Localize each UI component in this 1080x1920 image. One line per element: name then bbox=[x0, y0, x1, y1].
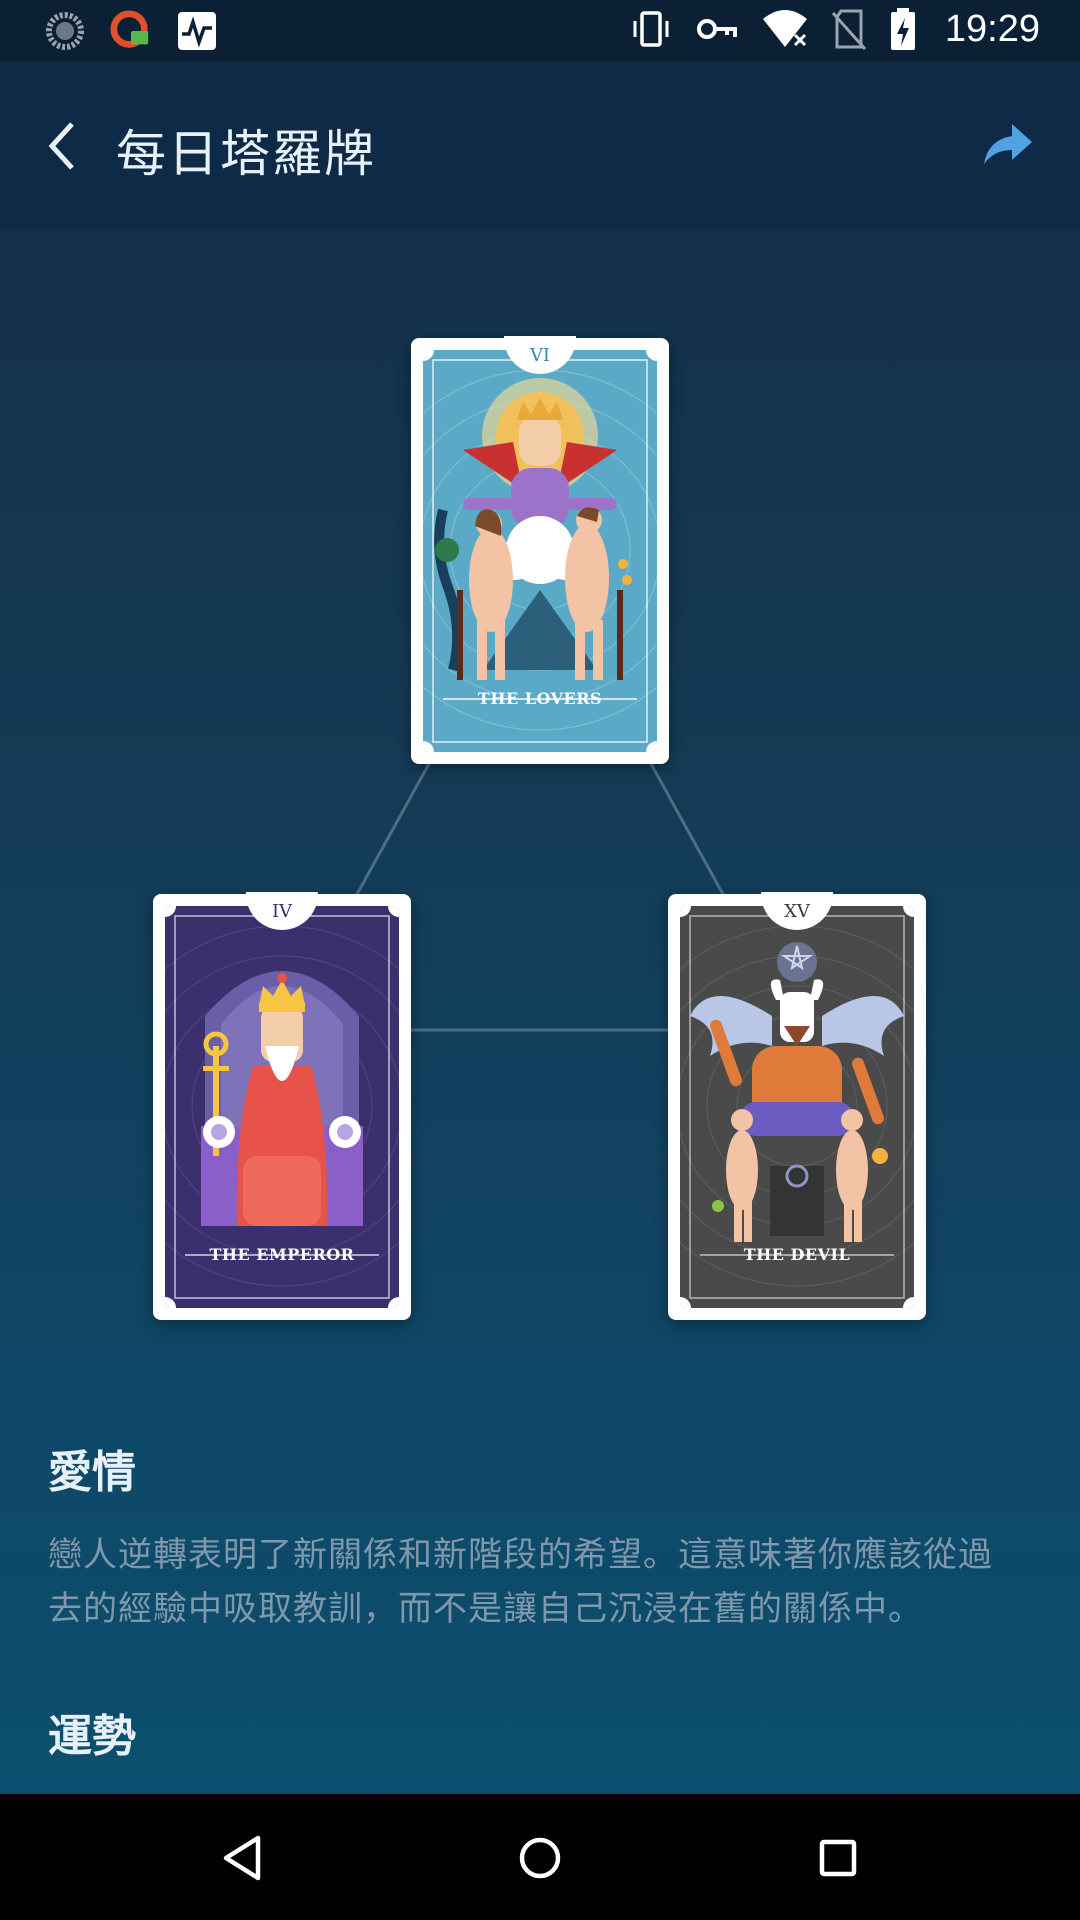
vibrate-icon bbox=[633, 11, 669, 47]
loading-circle-icon bbox=[44, 10, 86, 52]
tarot-card-emperor[interactable]: THE EMPEROR IV bbox=[153, 892, 411, 1320]
system-nav-bar bbox=[0, 1794, 1080, 1920]
section-body-love: 戀人逆轉表明了新關係和新階段的希望。這意味著你應該從過 去的經驗中吸取教訓，而不… bbox=[48, 1528, 1038, 1636]
nav-home-button[interactable] bbox=[512, 1830, 568, 1886]
recents-square-icon bbox=[819, 1839, 857, 1877]
home-circle-icon bbox=[519, 1837, 561, 1879]
section-title-fortune: 運勢 bbox=[48, 1711, 136, 1762]
battery-charging-icon bbox=[890, 8, 915, 50]
back-triangle-icon bbox=[223, 1835, 261, 1881]
share-arrow-icon bbox=[984, 124, 1032, 164]
card-face: THE LOVERS bbox=[423, 350, 657, 752]
nav-back-button[interactable] bbox=[214, 1830, 270, 1886]
section-title-love: 愛情 bbox=[48, 1447, 136, 1498]
tarot-card-lovers[interactable]: THE LOVERS VI bbox=[411, 336, 669, 764]
card-name: THE LOVERS bbox=[477, 689, 603, 708]
status-clock: 19:29 bbox=[944, 7, 1040, 50]
status-bar: 19:29 bbox=[0, 0, 1080, 62]
tarot-spread: THE LOVERS VI THE EMPEROR IV THE DEVIL X… bbox=[0, 228, 1080, 1388]
back-button[interactable] bbox=[40, 118, 92, 174]
share-button[interactable] bbox=[980, 120, 1036, 170]
app-bar: 每日塔羅牌 bbox=[0, 62, 1080, 228]
tarot-card-devil[interactable]: THE DEVIL XV bbox=[668, 892, 926, 1320]
card-face: THE DEVIL bbox=[680, 906, 914, 1308]
card-face: THE EMPEROR bbox=[165, 906, 399, 1308]
body-line: 戀人逆轉表明了新關係和新階段的希望。這意味著你應該從過 bbox=[48, 1535, 993, 1575]
no-sim-icon bbox=[831, 9, 867, 50]
card-name: THE EMPEROR bbox=[209, 1245, 355, 1264]
body-line: 去的經驗中吸取教訓，而不是讓自己沉浸在舊的關係中。 bbox=[48, 1589, 923, 1629]
chevron-left-icon bbox=[48, 122, 74, 170]
page-title: 每日塔羅牌 bbox=[116, 125, 376, 183]
card-name: THE DEVIL bbox=[743, 1245, 851, 1264]
nav-recents-button[interactable] bbox=[810, 1830, 866, 1886]
vpn-app-icon bbox=[110, 10, 152, 52]
wifi-off-icon bbox=[762, 10, 808, 48]
key-icon bbox=[696, 19, 737, 39]
activity-monitor-icon bbox=[176, 10, 218, 52]
